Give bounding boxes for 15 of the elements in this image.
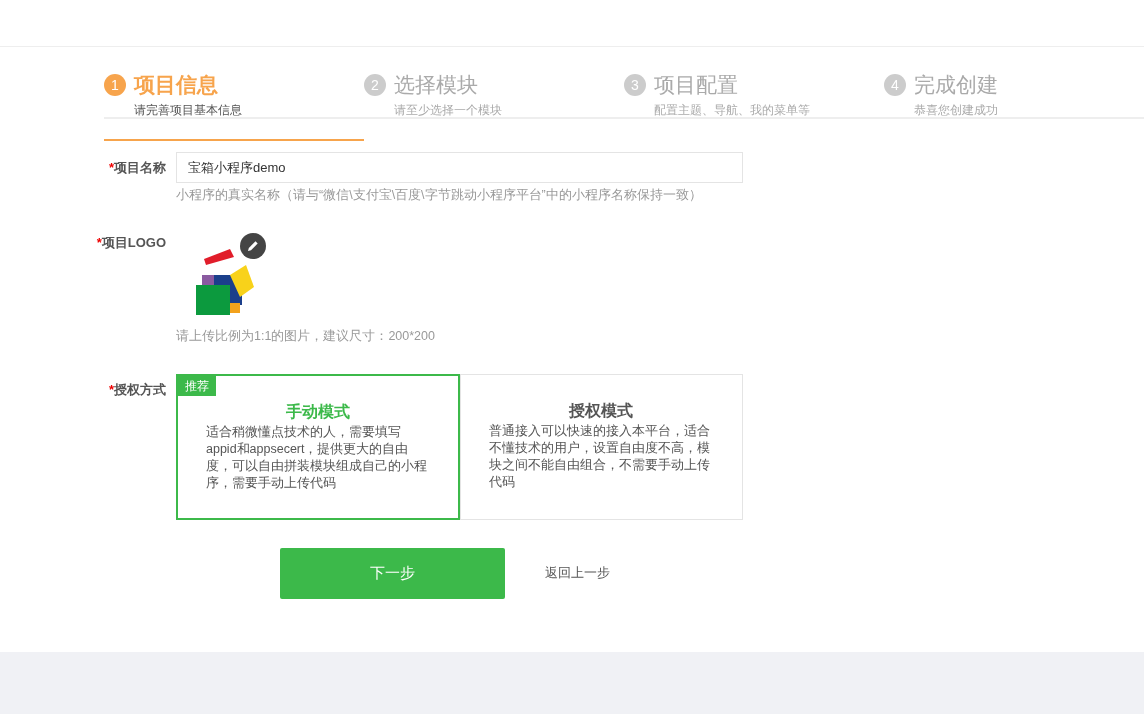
back-link[interactable]: 返回上一步	[545, 563, 610, 583]
mode-description: 普通接入可以快速的接入本平台，适合不懂技术的用户，设置自由度不高，模块之间不能自由组合，不需要手动上传代码	[488, 422, 711, 491]
field-label: *项目名称	[107, 159, 167, 177]
field-label: *项目LOGO	[95, 233, 167, 252]
help-text: 请上传比例为1:1的图片，建议尺寸：200*200	[176, 327, 436, 345]
mode-title: 手动模式	[284, 401, 351, 422]
field-label: *授权方式	[107, 380, 167, 399]
edit-icon[interactable]	[240, 232, 266, 259]
mode-title: 授权模式	[568, 400, 635, 421]
mode-option-card[interactable]: 推荐 手动模式 适合稍微懂点技术的人，需要填写appid和appsecert，提供更大的自由度，可以自由拼装模块组成自己的小程序，需要手动上传代码	[176, 373, 460, 520]
project-name-field[interactable]: 宝箱小程序demo	[176, 152, 743, 183]
recommended-tag: 推荐	[178, 375, 216, 396]
step-tab[interactable]: 1 项目信息 请完善项目基本信息	[104, 69, 364, 141]
mode-description: 适合稍微懂点技术的人，需要填写appid和appsecert，提供更大的自由度，可以自由拼装模块组成自己的小程序，需要手动上传代码	[206, 423, 428, 492]
mode-option-card[interactable]: 授权模式 普通接入可以快速的接入本平台，适合不懂技术的用户，设置自由度不高，模块之间不能自由组合，不需要手动上传代码	[459, 373, 743, 520]
